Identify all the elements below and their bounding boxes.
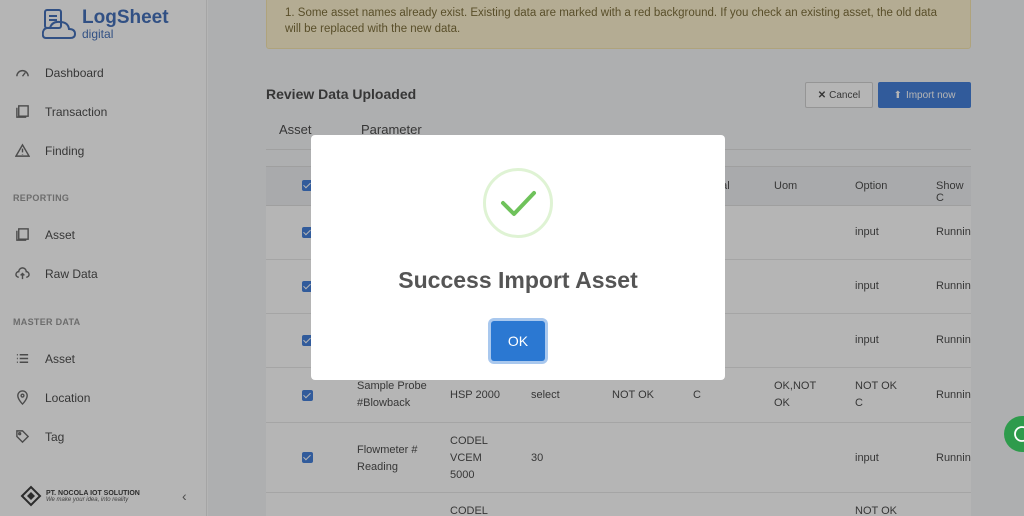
whatsapp-icon [1014, 426, 1024, 442]
success-dialog: Success Import Asset OK [311, 135, 725, 380]
ok-button[interactable]: OK [491, 321, 545, 361]
dialog-title: Success Import Asset [398, 267, 638, 293]
success-check-icon [483, 168, 553, 238]
app-root: LogSheet digital Dashboard Transaction F… [0, 0, 1024, 516]
